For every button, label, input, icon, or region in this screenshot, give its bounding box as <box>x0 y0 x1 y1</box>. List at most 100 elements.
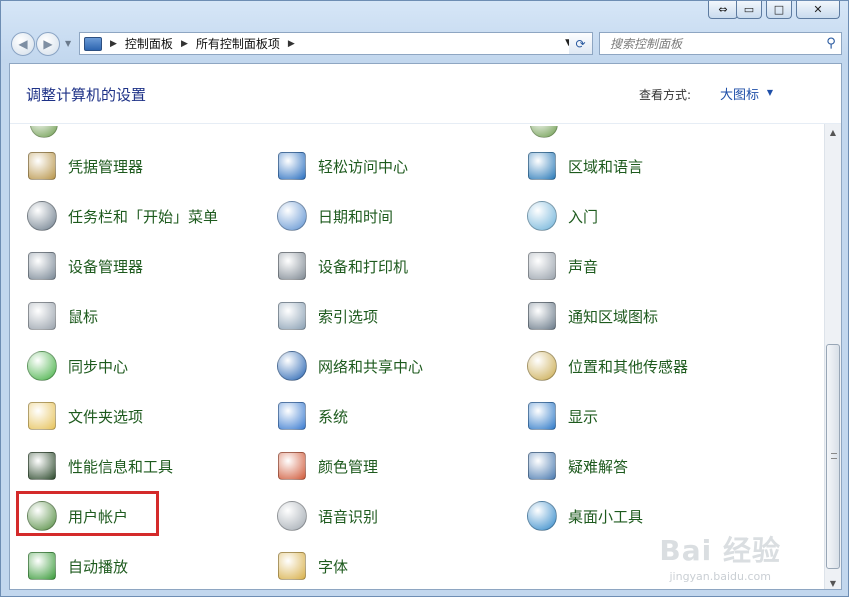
partial-item-icon <box>530 126 558 138</box>
scroll-up-button[interactable]: ▲ <box>825 124 841 140</box>
close-button[interactable]: ✕ <box>796 1 840 19</box>
minimize-button[interactable]: ▭ <box>736 1 762 19</box>
page-title: 调整计算机的设置 <box>26 86 147 104</box>
control-panel-item-label: 声音 <box>568 257 599 276</box>
control-panel-item-label: 文件夹选项 <box>68 407 144 426</box>
highlight-box <box>16 491 159 536</box>
control-panel-window: ⇔ ▭ □ ✕ ◀ ▶ ▼ ▶ 控制面板 ▶ 所有控制面板项 ▶ ▼ ⟳ ⚲ 调… <box>0 0 849 597</box>
region-language-icon <box>524 148 560 184</box>
autoplay-icon <box>24 548 60 584</box>
scroll-down-button[interactable]: ▼ <box>825 575 841 589</box>
control-panel-item-label: 显示 <box>568 407 599 426</box>
content-header: 调整计算机的设置 查看方式: 大图标 ▼ <box>10 64 841 124</box>
search-box[interactable]: ⚲ <box>599 32 842 55</box>
control-panel-item[interactable]: 通知区域图标 <box>524 296 658 336</box>
date-time-icon <box>274 198 310 234</box>
maximize-button[interactable]: □ <box>766 1 792 19</box>
sync-center-icon <box>24 348 60 384</box>
folder-options-icon <box>24 398 60 434</box>
sound-icon <box>524 248 560 284</box>
control-panel-item[interactable]: 位置和其他传感器 <box>524 346 688 386</box>
control-panel-item-label: 位置和其他传感器 <box>568 357 689 376</box>
control-panel-item-label: 设备和打印机 <box>318 257 409 276</box>
control-panel-item[interactable]: 颜色管理 <box>274 446 378 486</box>
location-sensors-icon <box>524 348 560 384</box>
control-panel-item[interactable]: 疑难解答 <box>524 446 628 486</box>
control-panel-item-label: 日期和时间 <box>318 207 394 226</box>
control-panel-item[interactable]: 桌面小工具 <box>524 496 643 536</box>
control-panel-item[interactable]: 语音识别 <box>274 496 378 536</box>
search-input[interactable] <box>600 36 821 51</box>
control-panel-item-label: 凭据管理器 <box>68 157 144 176</box>
control-panel-item-label: 性能信息和工具 <box>68 457 174 476</box>
partial-item-icon <box>30 126 58 138</box>
control-panel-item[interactable]: 鼠标 <box>24 296 98 336</box>
chevron-down-icon[interactable]: ▼ <box>767 88 773 97</box>
chevron-right-icon[interactable]: ▶ <box>181 39 188 49</box>
chevron-right-icon[interactable]: ▶ <box>288 39 295 49</box>
control-panel-item-label: 系统 <box>318 407 349 426</box>
credential-vault-icon <box>24 148 60 184</box>
control-panel-item[interactable]: 日期和时间 <box>274 196 393 236</box>
color-management-icon <box>274 448 310 484</box>
control-panel-item-label: 索引选项 <box>318 307 379 326</box>
control-panel-item-label: 自动播放 <box>68 557 129 576</box>
navigation-bar: ◀ ▶ ▼ ▶ 控制面板 ▶ 所有控制面板项 ▶ ▼ ⟳ ⚲ <box>9 31 842 57</box>
control-panel-item-label: 任务栏和「开始」菜单 <box>68 207 219 226</box>
control-panel-item[interactable]: 同步中心 <box>24 346 128 386</box>
control-panel-item-label: 桌面小工具 <box>568 507 644 526</box>
control-panel-item[interactable]: 字体 <box>274 546 348 586</box>
control-panel-item[interactable]: 显示 <box>524 396 598 436</box>
control-panel-item[interactable]: 设备和打印机 <box>274 246 408 286</box>
recent-pages-dropdown[interactable]: ▼ <box>65 39 71 48</box>
control-panel-item[interactable]: 凭据管理器 <box>24 146 143 186</box>
control-panel-item-label: 语音识别 <box>318 507 379 526</box>
breadcrumb-all-items[interactable]: 所有控制面板项 <box>196 35 280 52</box>
control-panel-item[interactable]: 任务栏和「开始」菜单 <box>24 196 218 236</box>
control-panel-item[interactable]: 索引选项 <box>274 296 378 336</box>
vertical-scrollbar[interactable]: ▲ ▼ <box>824 124 841 589</box>
control-panel-item-label: 通知区域图标 <box>568 307 659 326</box>
view-by-dropdown[interactable]: 大图标 <box>720 84 759 103</box>
content-pane: 调整计算机的设置 查看方式: 大图标 ▼ 凭据管理器任务栏和「开始」菜单 设备管理… <box>9 63 842 590</box>
control-panel-item[interactable]: 设备管理器 <box>24 246 143 286</box>
control-panel-item-label: 字体 <box>318 557 349 576</box>
back-button[interactable]: ◀ <box>11 32 35 56</box>
address-bar[interactable]: ▶ 控制面板 ▶ 所有控制面板项 ▶ ▼ <box>79 32 577 55</box>
troubleshooting-icon <box>524 448 560 484</box>
control-panel-item[interactable]: 网络和共享中心 <box>274 346 423 386</box>
mouse-icon <box>24 298 60 334</box>
watermark-url: jingyan.baidu.com <box>669 570 771 583</box>
forward-button[interactable]: ▶ <box>36 32 60 56</box>
control-panel-item-label: 网络和共享中心 <box>318 357 424 376</box>
control-panel-item[interactable]: 区域和语言 <box>524 146 643 186</box>
refresh-button[interactable]: ⟳ <box>569 32 593 55</box>
network-sharing-icon <box>274 348 310 384</box>
control-panel-item[interactable]: 系统 <box>274 396 348 436</box>
display-icon <box>524 398 560 434</box>
swap-button[interactable]: ⇔ <box>708 1 738 19</box>
performance-icon <box>24 448 60 484</box>
device-manager-icon <box>24 248 60 284</box>
control-panel-item[interactable]: 性能信息和工具 <box>24 446 173 486</box>
control-panel-item[interactable]: 自动播放 <box>24 546 128 586</box>
breadcrumb-control-panel[interactable]: 控制面板 <box>125 35 173 52</box>
fonts-icon <box>274 548 310 584</box>
control-panel-item-label: 区域和语言 <box>568 157 644 176</box>
devices-printers-icon <box>274 248 310 284</box>
control-panel-item[interactable]: 文件夹选项 <box>24 396 143 436</box>
speech-recognition-icon <box>274 498 310 534</box>
control-panel-item[interactable]: 轻松访问中心 <box>274 146 408 186</box>
ease-of-access-icon <box>274 148 310 184</box>
control-panel-item[interactable]: 入门 <box>524 196 598 236</box>
caption-buttons: ▭ □ ✕ <box>736 1 840 19</box>
search-icon[interactable]: ⚲ <box>821 36 841 51</box>
control-panel-item-label: 鼠标 <box>68 307 99 326</box>
control-panel-item-label: 设备管理器 <box>68 257 144 276</box>
system-icon <box>274 398 310 434</box>
control-panel-icon <box>84 36 102 51</box>
chevron-right-icon[interactable]: ▶ <box>110 39 117 49</box>
scroll-thumb[interactable] <box>826 344 840 569</box>
control-panel-item[interactable]: 声音 <box>524 246 598 286</box>
control-panel-item-label: 疑难解答 <box>568 457 629 476</box>
